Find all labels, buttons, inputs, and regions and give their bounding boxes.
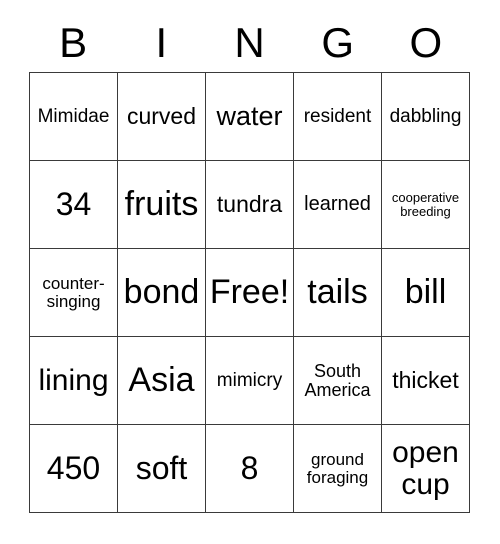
bingo-cell-label: counter-singing	[42, 273, 105, 311]
bingo-cell-label: lining	[38, 363, 109, 397]
bingo-card: B I N G O Mimidae curved water resident …	[0, 0, 500, 544]
bingo-grid: Mimidae curved water resident dabbling 3…	[29, 72, 470, 513]
bingo-cell[interactable]: resident	[294, 73, 382, 161]
bingo-cell-label: tails	[307, 272, 368, 311]
bingo-cell[interactable]: cooperative breeding	[382, 161, 470, 249]
bingo-cell-label: tundra	[216, 190, 283, 217]
bingo-cell-label: ground foraging	[306, 449, 369, 487]
bingo-cell[interactable]: South America	[294, 337, 382, 425]
bingo-cell[interactable]: fruits	[118, 161, 206, 249]
bingo-cell-label: South America	[304, 360, 371, 400]
bingo-cell-free[interactable]: Free!	[206, 249, 294, 337]
bingo-cell-label: mimicry	[216, 369, 283, 391]
bingo-cell[interactable]: Mimidae	[30, 73, 118, 161]
bingo-cell-label: learned	[304, 193, 371, 216]
bingo-cell-label: bond	[123, 272, 200, 311]
bingo-cell[interactable]: Asia	[118, 337, 206, 425]
bingo-cell[interactable]: thicket	[382, 337, 470, 425]
bingo-cell-label: resident	[303, 105, 372, 127]
bingo-cell[interactable]: ground foraging	[294, 425, 382, 513]
bingo-cell-label: dabbling	[389, 105, 462, 127]
bingo-cell[interactable]: counter-singing	[30, 249, 118, 337]
bingo-cell[interactable]: soft	[118, 425, 206, 513]
bingo-cell-label: curved	[126, 102, 197, 129]
bingo-header-row: B I N G O	[29, 14, 470, 72]
bingo-cell-label: open cup	[392, 436, 459, 501]
bingo-cell[interactable]: 450	[30, 425, 118, 513]
bingo-cell-label: 450	[46, 449, 101, 486]
bingo-cell[interactable]: open cup	[382, 425, 470, 513]
bingo-cell-label: water	[216, 101, 283, 132]
bingo-cell[interactable]: learned	[294, 161, 382, 249]
header-letter-i: I	[155, 19, 168, 66]
bingo-cell-label: Mimidae	[37, 105, 110, 127]
bingo-cell[interactable]: tundra	[206, 161, 294, 249]
bingo-cell-label: cooperative breeding	[391, 189, 460, 219]
header-letter-b: B	[59, 19, 88, 66]
bingo-cell[interactable]: bond	[118, 249, 206, 337]
bingo-cell[interactable]: lining	[30, 337, 118, 425]
header-letter-n: N	[234, 19, 265, 66]
bingo-cell-label: fruits	[124, 184, 199, 223]
bingo-cell-label: thicket	[392, 366, 459, 393]
bingo-cell[interactable]: mimicry	[206, 337, 294, 425]
bingo-cell-label: Free!	[209, 272, 290, 311]
bingo-cell[interactable]: curved	[118, 73, 206, 161]
bingo-cell[interactable]: water	[206, 73, 294, 161]
bingo-cell-label: 8	[240, 449, 259, 486]
header-letter-o: O	[409, 19, 443, 66]
bingo-cell[interactable]: 34	[30, 161, 118, 249]
bingo-cell-label: 34	[55, 185, 92, 222]
bingo-cell[interactable]: 8	[206, 425, 294, 513]
bingo-cell[interactable]: dabbling	[382, 73, 470, 161]
bingo-cell-label: Asia	[128, 360, 195, 399]
bingo-cell-label: soft	[135, 449, 188, 486]
bingo-cell[interactable]: bill	[382, 249, 470, 337]
bingo-cell-label: bill	[404, 272, 447, 311]
bingo-cell[interactable]: tails	[294, 249, 382, 337]
header-letter-g: G	[321, 19, 355, 66]
